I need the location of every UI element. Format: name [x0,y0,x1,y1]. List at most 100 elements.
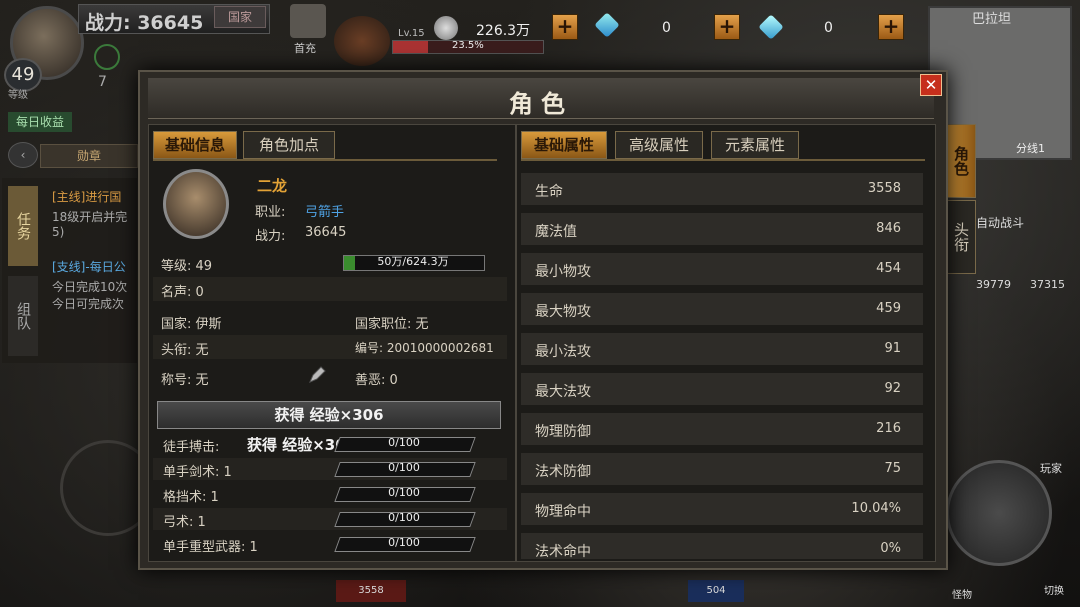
team-tab[interactable]: 组队 [8,276,38,356]
attribute-row: 最大物攻 459 [521,293,923,325]
attribute-value: 75 [884,461,901,476]
top-hud: 49 等级 战力: 36645 国家 首充 Lv.15 23.5% 226.3万… [0,0,1080,101]
player-label[interactable]: 玩家 [1040,460,1062,476]
country-text: 国家: 伊斯 [161,317,222,332]
skill-row: 格挡术: 1 0/100 [153,483,507,505]
gem-icon [758,14,784,40]
attribute-value: 3558 [867,181,901,196]
character-portrait [163,169,229,239]
attribute-name: 法术命中 [535,544,591,560]
attack-button[interactable] [946,460,1052,566]
attribute-row: 魔法值 846 [521,213,923,245]
level-text: 等级: 49 [161,259,213,274]
energy-icon [94,44,120,70]
close-icon[interactable]: ✕ [920,74,942,96]
auto-battle-label[interactable]: 自动战斗 [976,214,1024,231]
add-diamond-button[interactable]: + [714,14,740,40]
attribute-name: 魔法值 [535,224,577,240]
attribute-name: 最大法攻 [535,384,591,400]
tab-element-attributes[interactable]: 元素属性 [711,131,799,159]
energy-value: 7 [98,74,107,90]
add-silver-button[interactable]: + [552,14,578,40]
attribute-value: 454 [876,261,901,276]
attribute-name: 最小法攻 [535,344,591,360]
attribute-row: 物理防御 216 [521,413,923,445]
attribute-row: 最大法攻 92 [521,373,923,405]
attributes-panel: 基础属性 高级属性 元素属性 生命 3558 魔法值 846 最小物攻 454 最大物… [516,124,936,562]
skill-row: 单手重型武器: 1 0/100 [153,533,507,555]
attribute-row: 法术命中 0% [521,533,923,560]
attribute-value: 92 [884,381,901,396]
attribute-value: 10.04% [851,501,901,516]
daily-income-button[interactable]: 每日收益 [8,112,72,132]
pet-label[interactable]: 怪物 [952,586,972,601]
skill-row: 徒手搏击: 获得 经验×306 0/100 [153,433,507,455]
attribute-name: 法术防御 [535,464,591,480]
attribute-row: 最小物攻 454 [521,253,923,285]
goodevil-text: 善恶: 0 [355,373,398,388]
attribute-value: 846 [876,221,901,236]
tab-basic-info[interactable]: 基础信息 [153,131,237,159]
tab-underline [521,159,925,161]
switch-label[interactable]: 切换 [1044,582,1064,597]
attribute-value: 91 [884,341,901,356]
side-tab-title[interactable]: 头衔 [946,200,976,274]
add-gem-button[interactable]: + [878,14,904,40]
task-tab[interactable]: 任务 [8,186,38,266]
attribute-row: 生命 3558 [521,173,923,205]
job-label: 职业: [255,205,286,220]
edit-icon[interactable] [307,365,327,385]
skill-value: 0/100 [388,436,420,449]
attribute-value: 459 [876,301,901,316]
main-quest-title[interactable]: [主线]进行国 [52,188,121,205]
attribute-name: 最大物攻 [535,304,591,320]
mp-bar: 504 [688,580,744,602]
main-quest-desc: 18级开启并完 5) [52,210,128,239]
tab-basic-attributes[interactable]: 基础属性 [521,131,607,159]
xp-percent-text: 23.5% [452,40,484,51]
gem-amount: 0 [824,20,833,36]
branch-quest-title[interactable]: [支线]-每日公 [52,258,126,275]
skill-name: 徒手搏击: [163,440,220,455]
side-tab-character[interactable]: 角色 [946,124,976,198]
attribute-name: 最小物攻 [535,264,591,280]
dialog-title: 角色 [509,90,573,118]
job-value: 弓箭手 [305,205,345,220]
skill-value: 0/100 [388,536,420,549]
country-button[interactable]: 国家 [214,6,266,28]
diamond-icon [594,12,620,38]
first-charge-chest-icon[interactable] [290,4,326,38]
dialog-header: 角色 [148,78,934,119]
skill-name: 单手剑术: 1 [163,465,232,480]
character-dialog: 角色 ✕ 基础信息 角色加点 二龙 职业: 弓箭手 战力: 36645 等级: … [138,70,948,570]
player-level-label: 等级 [8,90,28,101]
silver-amount: 226.3万 [476,23,531,39]
attribute-name: 物理防御 [535,424,591,440]
collapse-arrow-icon[interactable]: ‹ [8,142,38,168]
id-text: 编号: 20010000002681 [355,341,494,355]
skill-row: 单手剑术: 1 0/100 [153,458,507,480]
fame-text: 名声: 0 [161,285,204,300]
tab-attribute-points[interactable]: 角色加点 [243,131,335,159]
skill-name: 单手重型武器: 1 [163,540,258,555]
power-text: 战力: 36645 [85,12,204,34]
branch-quest-desc: 今日完成10次 今日可完成次 [52,280,128,311]
tab-underline [153,159,497,161]
attribute-row: 最小法攻 91 [521,333,923,365]
player-lv-text: Lv.15 [398,28,425,39]
country-post-text: 国家职位: 无 [355,317,429,332]
line-label[interactable]: 分线1 [1016,140,1045,156]
tab-advanced-attributes[interactable]: 高级属性 [615,131,703,159]
power-value: 36645 [305,225,347,240]
left-counter: 39779 [976,278,1011,291]
attribute-row: 物理命中 10.04% [521,493,923,525]
mount-icon[interactable] [334,16,390,66]
attribute-name: 生命 [535,184,563,200]
medal-button[interactable]: 勋章 [40,144,138,168]
attribute-name: 物理命中 [535,504,591,520]
character-name: 二龙 [257,177,288,195]
skill-row: 弓术: 1 0/100 [153,508,507,530]
skill-name: 格挡术: 1 [163,490,219,505]
nickname-text: 称号: 无 [161,373,209,388]
right-counter: 37315 [1030,278,1065,291]
